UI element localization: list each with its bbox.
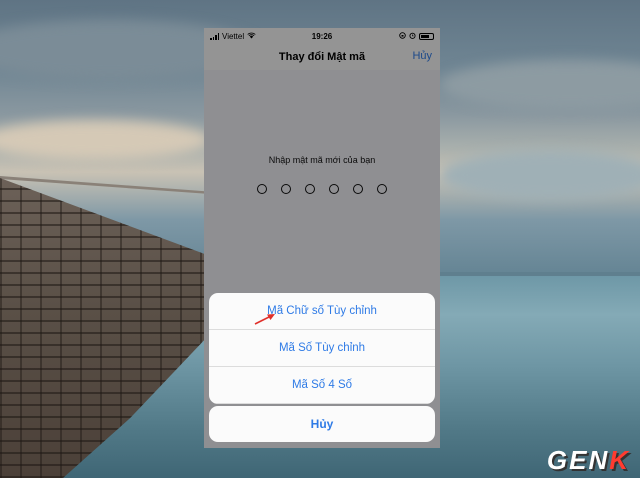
phone-screen: Viettel 19:26 Thay đổi Mật mã Hủy Nhập m…	[204, 28, 440, 448]
cloud	[440, 60, 640, 110]
red-arrow-annotation	[254, 314, 275, 325]
option-custom-alphanumeric[interactable]: Mã Chữ số Tùy chỉnh	[209, 293, 435, 330]
passcode-options-sheet: Mã Chữ số Tùy chỉnh Mã Số Tùy chỉnh Mã S…	[209, 293, 435, 404]
option-custom-numeric[interactable]: Mã Số Tùy chỉnh	[209, 330, 435, 367]
genk-watermark: GENK	[546, 445, 630, 475]
sheet-cancel-button[interactable]: Hủy	[209, 406, 435, 442]
option-4-digit[interactable]: Mã Số 4 Số	[209, 367, 435, 404]
cloud	[440, 150, 640, 200]
cloud	[0, 120, 210, 160]
